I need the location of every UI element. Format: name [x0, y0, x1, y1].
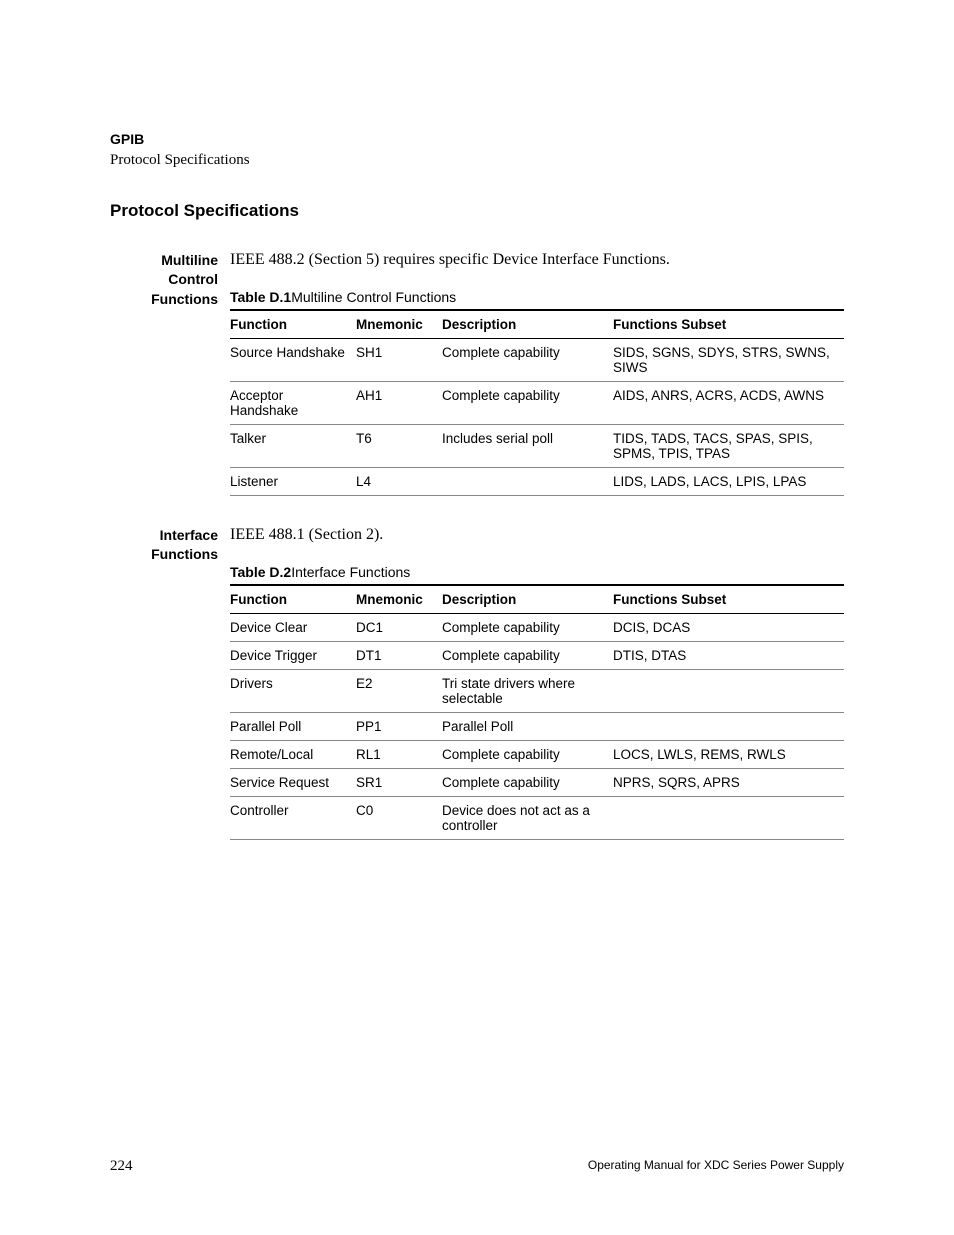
table-caption-text: Interface Functions — [291, 564, 410, 580]
table-cell: E2 — [356, 669, 442, 712]
table-caption-text: Multiline Control Functions — [291, 289, 456, 305]
section-body: IEEE 488.1 (Section 2). Table D.2Interfa… — [230, 526, 844, 840]
table-cell: RL1 — [356, 740, 442, 768]
table-row: Acceptor HandshakeAH1Complete capability… — [230, 381, 844, 424]
th-description: Description — [442, 585, 613, 614]
table-cell: Complete capability — [442, 381, 613, 424]
th-subset: Functions Subset — [613, 585, 844, 614]
table-cell: Acceptor Handshake — [230, 381, 356, 424]
table-cell: Complete capability — [442, 641, 613, 669]
table-cell: L4 — [356, 467, 442, 495]
running-header: GPIB Protocol Specifications — [110, 130, 844, 171]
table-caption: Table D.1Multiline Control Functions — [230, 289, 844, 305]
table-row: TalkerT6Includes serial pollTIDS, TADS, … — [230, 424, 844, 467]
table-body-1: Device ClearDC1Complete capabilityDCIS, … — [230, 613, 844, 839]
table-interface: Function Mnemonic Description Functions … — [230, 584, 844, 840]
table-cell: Drivers — [230, 669, 356, 712]
section-multiline: Multiline Control Functions IEEE 488.2 (… — [110, 251, 844, 496]
table-row: Device TriggerDT1Complete capabilityDTIS… — [230, 641, 844, 669]
side-label-multiline: Multiline Control Functions — [110, 251, 230, 496]
table-cell: Device does not act as a controller — [442, 796, 613, 839]
table-cell: Service Request — [230, 768, 356, 796]
header-section: Protocol Specifications — [110, 150, 844, 171]
table-cell: DTIS, DTAS — [613, 641, 844, 669]
page-number: 224 — [110, 1158, 133, 1175]
table-cell: Complete capability — [442, 768, 613, 796]
table-header-row: Function Mnemonic Description Functions … — [230, 585, 844, 614]
body-text: IEEE 488.2 (Section 5) requires specific… — [230, 251, 844, 269]
table-cell: Device Clear — [230, 613, 356, 641]
footer-text: Operating Manual for XDC Series Power Su… — [588, 1158, 844, 1175]
table-cell: SIDS, SGNS, SDYS, STRS, SWNS, SIWS — [613, 338, 844, 381]
table-caption: Table D.2Interface Functions — [230, 564, 844, 580]
table-cell: Listener — [230, 467, 356, 495]
table-row: Parallel PollPP1Parallel Poll — [230, 712, 844, 740]
table-cell: DT1 — [356, 641, 442, 669]
table-cell: SR1 — [356, 768, 442, 796]
table-cell: Complete capability — [442, 740, 613, 768]
table-cell: T6 — [356, 424, 442, 467]
table-row: ControllerC0Device does not act as a con… — [230, 796, 844, 839]
side-label-interface: Interface Functions — [110, 526, 230, 840]
table-cell: PP1 — [356, 712, 442, 740]
body-text: IEEE 488.1 (Section 2). — [230, 526, 844, 544]
table-header-row: Function Mnemonic Description Functions … — [230, 310, 844, 339]
table-cell: Tri state drivers where selectable — [442, 669, 613, 712]
footer: 224 Operating Manual for XDC Series Powe… — [110, 1158, 844, 1175]
table-row: Service RequestSR1Complete capabilityNPR… — [230, 768, 844, 796]
table-caption-label: Table D.1 — [230, 289, 291, 305]
table-cell — [613, 669, 844, 712]
table-multiline: Function Mnemonic Description Functions … — [230, 309, 844, 496]
table-cell: NPRS, SQRS, APRS — [613, 768, 844, 796]
th-mnemonic: Mnemonic — [356, 310, 442, 339]
table-cell: Complete capability — [442, 338, 613, 381]
table-cell: Parallel Poll — [230, 712, 356, 740]
table-cell — [442, 467, 613, 495]
th-function: Function — [230, 310, 356, 339]
table-cell — [613, 796, 844, 839]
table-cell: DC1 — [356, 613, 442, 641]
page-title: Protocol Specifications — [110, 201, 844, 221]
table-cell: AH1 — [356, 381, 442, 424]
th-description: Description — [442, 310, 613, 339]
table-row: DriversE2Tri state drivers where selecta… — [230, 669, 844, 712]
page: GPIB Protocol Specifications Protocol Sp… — [0, 0, 954, 1235]
table-cell: SH1 — [356, 338, 442, 381]
th-subset: Functions Subset — [613, 310, 844, 339]
table-cell: Talker — [230, 424, 356, 467]
table-cell: AIDS, ANRS, ACRS, ACDS, AWNS — [613, 381, 844, 424]
table-cell: Remote/Local — [230, 740, 356, 768]
table-cell: Parallel Poll — [442, 712, 613, 740]
table-row: ListenerL4 LIDS, LADS, LACS, LPIS, LPAS — [230, 467, 844, 495]
table-cell: TIDS, TADS, TACS, SPAS, SPIS, SPMS, TPIS… — [613, 424, 844, 467]
table-cell: Source Handshake — [230, 338, 356, 381]
table-body-0: Source HandshakeSH1Complete capabilitySI… — [230, 338, 844, 495]
table-row: Device ClearDC1Complete capabilityDCIS, … — [230, 613, 844, 641]
table-cell: Complete capability — [442, 613, 613, 641]
table-cell — [613, 712, 844, 740]
table-cell: Includes serial poll — [442, 424, 613, 467]
table-cell: DCIS, DCAS — [613, 613, 844, 641]
table-cell: Controller — [230, 796, 356, 839]
section-interface: Interface Functions IEEE 488.1 (Section … — [110, 526, 844, 840]
table-row: Remote/LocalRL1Complete capabilityLOCS, … — [230, 740, 844, 768]
section-body: IEEE 488.2 (Section 5) requires specific… — [230, 251, 844, 496]
th-function: Function — [230, 585, 356, 614]
table-caption-label: Table D.2 — [230, 564, 291, 580]
table-cell: LIDS, LADS, LACS, LPIS, LPAS — [613, 467, 844, 495]
table-row: Source HandshakeSH1Complete capabilitySI… — [230, 338, 844, 381]
header-chapter: GPIB — [110, 130, 844, 150]
th-mnemonic: Mnemonic — [356, 585, 442, 614]
table-cell: C0 — [356, 796, 442, 839]
table-cell: LOCS, LWLS, REMS, RWLS — [613, 740, 844, 768]
table-cell: Device Trigger — [230, 641, 356, 669]
